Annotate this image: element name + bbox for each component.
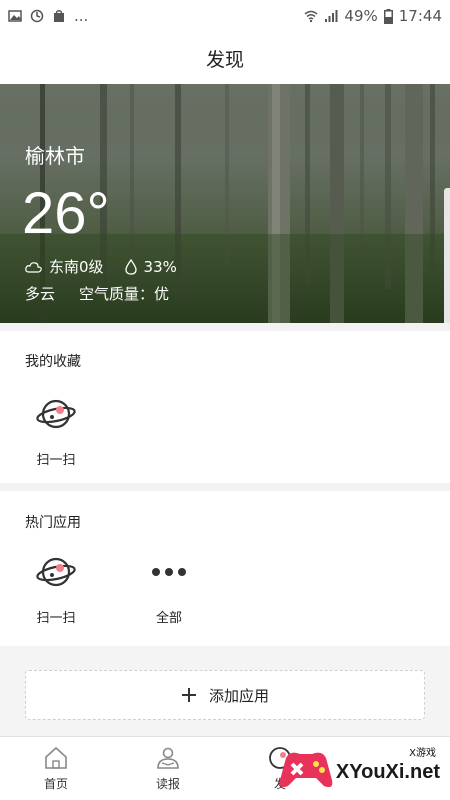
favorites-section: 我的收藏 扫一扫 <box>0 331 450 483</box>
home-icon <box>45 746 67 769</box>
hot-app-all[interactable]: 全部 <box>129 551 209 626</box>
gallery-icon <box>8 10 22 22</box>
condition-text: 多云 <box>25 285 56 303</box>
gamepad-logo-icon <box>279 752 333 788</box>
air-quality-text: 空气质量：优 <box>79 285 170 303</box>
weather-summary-row: 多云 空气质量：优 <box>25 283 169 304</box>
page-title-bar: 发现 <box>0 32 450 84</box>
reader-icon <box>157 747 179 769</box>
city-name: 榆林市 <box>25 144 85 168</box>
app-label: 扫一扫 <box>36 453 76 468</box>
favorites-app-scan[interactable]: 扫一扫 <box>16 393 96 468</box>
app-label: 扫一扫 <box>36 611 76 626</box>
more-dots-icon <box>152 568 186 576</box>
timer-icon <box>30 9 44 23</box>
favorites-title: 我的收藏 <box>25 354 81 370</box>
hot-apps-title: 热门应用 <box>25 515 81 531</box>
battery-percent: 49% <box>344 7 378 25</box>
battery-icon <box>383 8 393 24</box>
status-more: ... <box>74 7 89 25</box>
weather-card[interactable]: 榆林市 26° 东南0级 33% 多云 空气质量：优 <box>0 84 450 323</box>
status-bar: ... 49% 17:44 <box>0 0 450 32</box>
cloudy-icon <box>25 261 42 273</box>
tab-reader[interactable]: 读报 <box>112 737 224 800</box>
bag-icon <box>54 10 64 22</box>
humidity-text: 33% <box>143 257 177 276</box>
add-app-area: 添加应用 <box>0 646 450 736</box>
hot-apps-section: 热门应用 扫一扫 全部 <box>0 491 450 646</box>
watermark-small-text: X游戏 <box>409 748 436 759</box>
weather-detail-row: 东南0级 33% <box>25 256 177 277</box>
watermark-text: XYouXi.net <box>335 761 440 783</box>
app-label: 全部 <box>155 611 182 626</box>
hot-app-scan[interactable]: 扫一扫 <box>16 551 96 626</box>
signal-icon <box>325 10 338 22</box>
temperature: 26° <box>22 181 110 246</box>
wifi-icon <box>304 10 318 23</box>
planet-icon <box>36 399 76 429</box>
add-app-label: 添加应用 <box>208 686 269 705</box>
wind-text: 东南0级 <box>49 258 104 276</box>
plus-icon <box>181 688 196 702</box>
clock: 17:44 <box>398 7 442 25</box>
site-watermark: X游戏 XYouXi.net <box>270 740 450 800</box>
tab-home[interactable]: 首页 <box>0 737 112 800</box>
side-pull-handle[interactable] <box>444 188 450 323</box>
tab-label: 首页 <box>43 777 68 791</box>
tab-label: 读报 <box>155 777 180 791</box>
add-app-button[interactable]: 添加应用 <box>25 670 425 720</box>
planet-icon <box>36 557 76 587</box>
page-title: 发现 <box>205 48 244 71</box>
humidity-drop-icon <box>124 258 137 275</box>
